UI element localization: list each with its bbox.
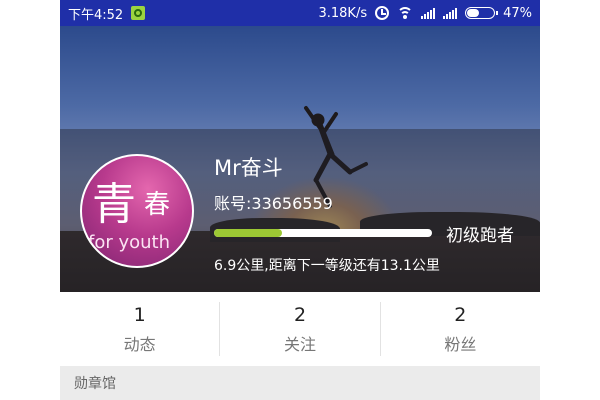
- status-bar: 下午4:52 3.18K/s 47%: [60, 0, 540, 26]
- stat-posts[interactable]: 1 动态: [60, 302, 221, 356]
- avatar[interactable]: 青 春 for youth: [80, 154, 194, 268]
- network-speed: 3.18K/s: [318, 5, 368, 21]
- notification-icon: [131, 6, 146, 20]
- avatar-text: for youth: [88, 232, 171, 253]
- battery-icon: [465, 7, 499, 19]
- avatar-text: 青: [92, 179, 136, 230]
- badge-hall-header[interactable]: 勋章馆: [60, 366, 540, 400]
- stat-followers[interactable]: 2 粉丝: [381, 302, 540, 356]
- stat-count: 1: [133, 304, 146, 326]
- signal-icon: [443, 7, 458, 19]
- app-screen: 下午4:52 3.18K/s 47% 青 春 for youth Mr奋斗 账号…: [60, 0, 540, 400]
- stat-label: 粉丝: [444, 335, 477, 354]
- stat-following[interactable]: 2 关注: [220, 302, 381, 356]
- battery-percent: 47%: [503, 5, 532, 21]
- section-title: 勋章馆: [74, 376, 116, 392]
- stat-label: 动态: [123, 335, 156, 354]
- level-label: 初级跑者: [446, 226, 514, 246]
- level-progress-fill: [214, 229, 282, 237]
- alarm-icon: [375, 6, 390, 20]
- stat-count: 2: [454, 304, 467, 326]
- signal-icon: [421, 7, 436, 19]
- stat-label: 关注: [283, 335, 316, 354]
- username: Mr奋斗: [214, 156, 283, 180]
- stat-count: 2: [293, 304, 307, 326]
- level-progress-bar: [214, 229, 432, 237]
- account-number: 账号:33656559: [214, 194, 333, 213]
- distance-text: 6.9公里,距离下一等级还有13.1公里: [214, 258, 440, 274]
- status-time: 下午4:52: [68, 7, 124, 23]
- wifi-icon: [397, 7, 414, 19]
- avatar-text: 春: [144, 190, 171, 220]
- profile-header: 青 春 for youth Mr奋斗 账号:33656559 初级跑者 6.9公…: [60, 26, 540, 292]
- stats-row: 1 动态 2 关注 2 粉丝: [60, 292, 540, 366]
